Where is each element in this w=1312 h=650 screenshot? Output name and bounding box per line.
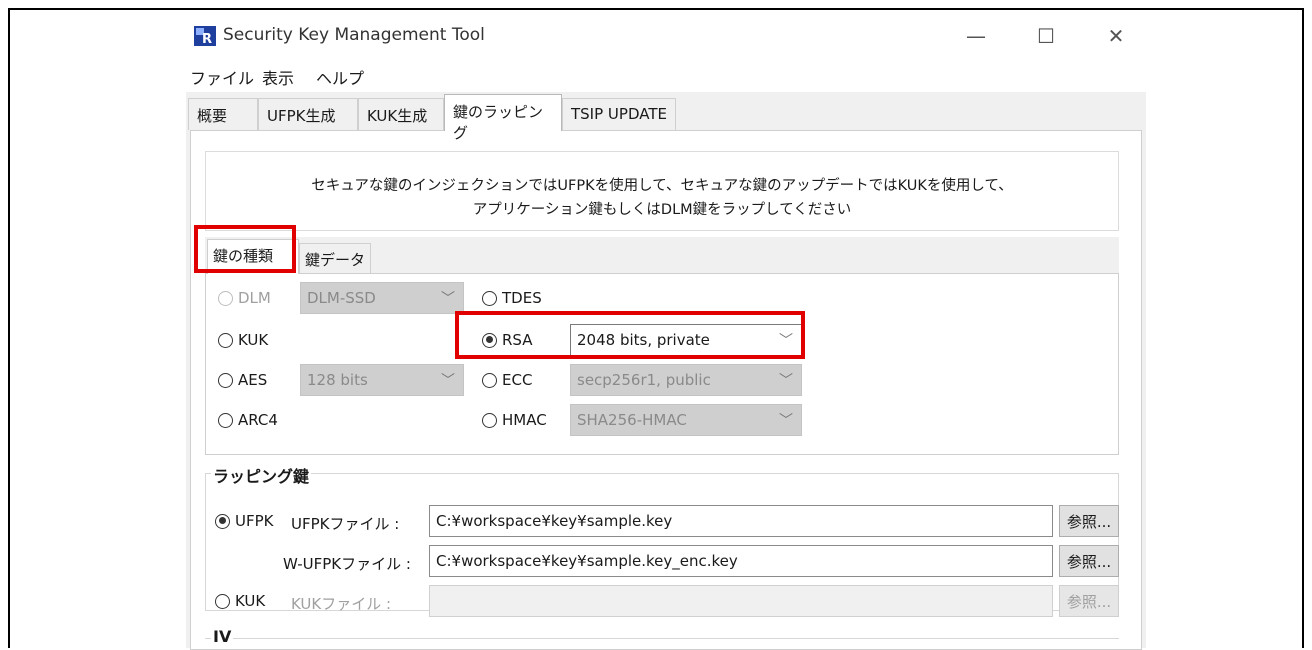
radio-hmac[interactable]: HMAC xyxy=(482,411,547,429)
radio-ufpk-label: UFPK xyxy=(235,512,274,530)
close-button[interactable]: ✕ xyxy=(1086,14,1146,58)
hmac-type-value: SHA256-HMAC xyxy=(577,411,687,429)
app-logo-icon: R xyxy=(194,26,216,46)
chevron-down-icon: ﹀ xyxy=(779,413,793,429)
kuk-file-input[interactable] xyxy=(429,585,1053,617)
chevron-down-icon: ﹀ xyxy=(441,291,455,307)
tab-key-wrapping[interactable]: 鍵のラッピング xyxy=(444,94,562,142)
tab-kuk-gen[interactable]: KUK生成 xyxy=(358,98,444,130)
radio-aes-label: AES xyxy=(238,371,268,389)
dlm-type-value: DLM-SSD xyxy=(307,289,376,307)
hmac-type-select[interactable]: SHA256-HMAC ﹀ xyxy=(570,404,802,436)
svg-text:R: R xyxy=(202,32,212,46)
radio-dlm[interactable]: DLM xyxy=(218,289,271,307)
chevron-down-icon: ﹀ xyxy=(779,373,793,389)
tab-tsip-update[interactable]: TSIP UPDATE xyxy=(562,98,676,130)
menu-file[interactable]: ファイル xyxy=(190,65,254,89)
window-title: Security Key Management Tool xyxy=(223,25,485,45)
radio-ecc[interactable]: ECC xyxy=(482,371,532,389)
radio-kuk-wrap[interactable]: KUK xyxy=(215,592,265,610)
ecc-type-value: secp256r1, public xyxy=(577,371,711,389)
radio-ufpk[interactable]: UFPK xyxy=(215,512,274,530)
radio-circle-icon xyxy=(218,372,233,388)
minimize-button[interactable]: — xyxy=(946,14,1006,58)
radio-aes[interactable]: AES xyxy=(218,371,267,389)
tab-overview[interactable]: 概要 xyxy=(188,98,258,130)
radio-hmac-label: HMAC xyxy=(502,411,547,429)
radio-tdes-label: TDES xyxy=(502,289,542,307)
chevron-down-icon: ﹀ xyxy=(441,373,455,389)
info-box: セキュアな鍵のインジェクションではUFPKを使用して、セキュアな鍵のアップデート… xyxy=(205,151,1119,231)
dlm-type-select[interactable]: DLM-SSD ﹀ xyxy=(300,282,464,314)
radio-selected-icon xyxy=(215,513,230,529)
wufpk-browse-button[interactable]: 参照... xyxy=(1059,545,1119,577)
iv-title: IV xyxy=(211,627,234,646)
aes-type-select[interactable]: 128 bits ﹀ xyxy=(300,364,464,396)
menu-help[interactable]: ヘルプ xyxy=(316,65,364,89)
radio-tdes[interactable]: TDES xyxy=(482,289,542,307)
iv-group-line xyxy=(205,638,1119,639)
radio-circle-icon xyxy=(482,412,497,428)
kuk-browse-button[interactable]: 参照... xyxy=(1059,585,1119,617)
radio-arc4-label: ARC4 xyxy=(238,411,278,429)
inner-tab-key-data[interactable]: 鍵データ xyxy=(299,243,371,273)
highlight-key-type-tab xyxy=(194,225,296,273)
highlight-rsa-selection xyxy=(455,311,805,359)
radio-kuk[interactable]: KUK xyxy=(218,331,268,349)
radio-circle-icon xyxy=(218,290,233,306)
key-type-panel: DLM DLM-SSD ﹀ TDES KUK RSA 2048 bits, pr… xyxy=(205,273,1119,455)
wufpk-file-label: W-UFPKファイル : xyxy=(283,555,411,573)
title-bar: R Security Key Management Tool — ☐ ✕ xyxy=(186,14,1146,58)
radio-circle-icon xyxy=(218,332,233,348)
radio-circle-icon xyxy=(218,412,233,428)
radio-circle-icon xyxy=(215,593,230,609)
ecc-type-select[interactable]: secp256r1, public ﹀ xyxy=(570,364,802,396)
radio-kuk-wrap-label: KUK xyxy=(235,592,266,610)
ufpk-file-label: UFPKファイル : xyxy=(291,515,400,533)
info-line-1: セキュアな鍵のインジェクションではUFPKを使用して、セキュアな鍵のアップデート… xyxy=(311,178,1013,194)
wufpk-file-input[interactable]: C:¥workspace¥key¥sample.key_enc.key xyxy=(429,545,1053,577)
radio-dlm-label: DLM xyxy=(238,289,271,307)
menu-view[interactable]: 表示 xyxy=(262,65,294,89)
menu-bar: ファイル 表示 ヘルプ xyxy=(186,58,1146,92)
aes-type-value: 128 bits xyxy=(307,371,368,389)
tab-ufpk-gen[interactable]: UFPK生成 xyxy=(258,98,358,130)
key-wrapping-panel: セキュアな鍵のインジェクションではUFPKを使用して、セキュアな鍵のアップデート… xyxy=(190,130,1142,650)
ufpk-browse-button[interactable]: 参照... xyxy=(1059,505,1119,537)
radio-circle-icon xyxy=(482,372,497,388)
radio-ecc-label: ECC xyxy=(502,371,533,389)
radio-arc4[interactable]: ARC4 xyxy=(218,411,278,429)
wrapping-key-title: ラッピング鍵 xyxy=(211,463,312,487)
main-tabs: 概要 UFPK生成 KUK生成 鍵のラッピング TSIP UPDATE xyxy=(186,94,1146,142)
kuk-file-label: KUKファイル : xyxy=(291,595,392,613)
info-line-2: アプリケーション鍵もしくはDLM鍵をラップしてください xyxy=(472,202,852,218)
radio-kuk-label: KUK xyxy=(238,331,269,349)
ufpk-file-input[interactable]: C:¥workspace¥key¥sample.key xyxy=(429,505,1053,537)
maximize-button[interactable]: ☐ xyxy=(1016,14,1076,58)
radio-circle-icon xyxy=(482,290,497,306)
